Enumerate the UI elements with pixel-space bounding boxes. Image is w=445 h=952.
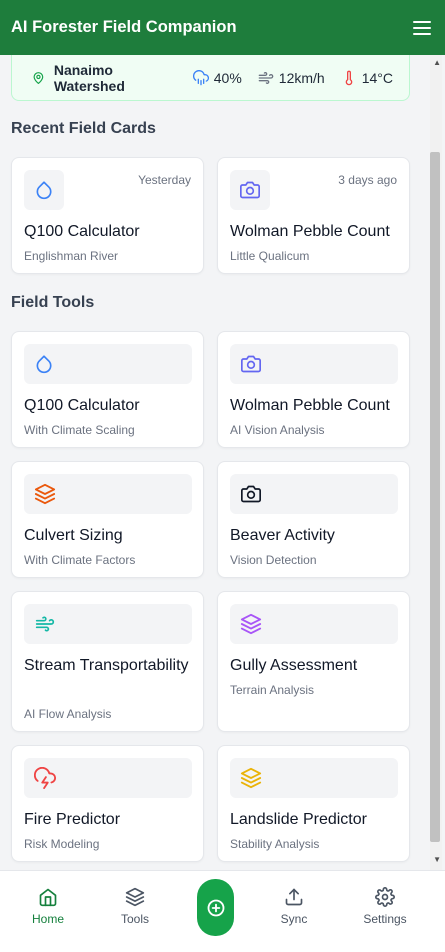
card-subtitle: With Climate Factors <box>24 553 136 567</box>
scroll-down-icon[interactable]: ▼ <box>433 855 441 864</box>
nav-settings[interactable]: Settings <box>345 871 425 939</box>
nav-sync[interactable]: Sync <box>254 871 334 939</box>
cloud-rain-icon <box>192 70 209 86</box>
card-title: Q100 Calculator <box>24 223 140 240</box>
add-button[interactable] <box>197 879 234 936</box>
camera-icon <box>241 355 261 373</box>
nav-home-label: Home <box>31 912 64 926</box>
scrollbar-thumb[interactable] <box>430 152 440 842</box>
nav-home[interactable]: Home <box>8 871 88 939</box>
card-title: Wolman Pebble Count <box>230 397 390 414</box>
card-subtitle: Englishman River <box>24 249 119 263</box>
layers-icon <box>240 613 262 635</box>
layers-icon <box>34 483 56 505</box>
card-subtitle: With Climate Scaling <box>24 423 135 437</box>
card-subtitle: Vision Detection <box>230 553 317 567</box>
card-subtitle: AI Vision Analysis <box>230 423 325 437</box>
recent-card[interactable]: 3 days ago Wolman Pebble Count Little Qu… <box>217 157 410 274</box>
tool-card-fire[interactable]: Fire Predictor Risk Modeling <box>11 745 204 862</box>
thermometer-icon <box>345 70 353 86</box>
card-title: Q100 Calculator <box>24 397 140 414</box>
app-title: AI Forester Field Companion <box>11 18 237 36</box>
home-icon <box>39 888 57 907</box>
nav-tools[interactable]: Tools <box>95 871 175 939</box>
upload-icon <box>285 888 303 906</box>
card-time: Yesterday <box>138 173 191 187</box>
nav-settings-label: Settings <box>363 912 407 926</box>
wind-icon <box>35 616 55 632</box>
card-subtitle: AI Flow Analysis <box>24 707 112 721</box>
card-time: 3 days ago <box>338 173 397 187</box>
tool-card-beaver[interactable]: Beaver Activity Vision Detection <box>217 461 410 578</box>
card-title: Stream Transportability <box>24 657 189 674</box>
droplet-icon <box>36 181 52 200</box>
layers-icon <box>240 767 262 789</box>
card-title: Landslide Predictor <box>230 811 367 828</box>
recent-section-title: Recent Field Cards <box>11 120 156 137</box>
tool-card-gully[interactable]: Gully Assessment Terrain Analysis <box>217 591 410 732</box>
scroll-up-icon[interactable]: ▲ <box>433 58 441 67</box>
card-subtitle: Terrain Analysis <box>230 683 315 697</box>
camera-icon <box>241 485 261 503</box>
nav-sync-label: Sync <box>280 912 308 926</box>
card-title: Gully Assessment <box>230 657 358 674</box>
tools-section-title: Field Tools <box>11 294 95 311</box>
tool-card-landslide[interactable]: Landslide Predictor Stability Analysis <box>217 745 410 862</box>
tool-card-stream[interactable]: Stream Transportability AI Flow Analysis <box>11 591 204 732</box>
card-title: Fire Predictor <box>24 811 121 828</box>
gear-icon <box>375 887 395 907</box>
droplet-icon <box>36 355 52 374</box>
card-subtitle: Risk Modeling <box>24 837 100 851</box>
camera-icon <box>240 181 260 199</box>
wind-icon <box>258 72 274 84</box>
app-header: AI Forester Field Companion <box>0 0 445 55</box>
tool-card-wolman[interactable]: Wolman Pebble Count AI Vision Analysis <box>217 331 410 448</box>
weather-temp: 14°C <box>361 70 393 86</box>
cloud-lightning-icon <box>34 767 56 789</box>
card-title: Culvert Sizing <box>24 527 123 544</box>
layers-icon <box>125 887 145 907</box>
weather-wind: 12km/h <box>278 70 325 86</box>
bottom-nav: Home Tools Sync Settings <box>0 870 445 952</box>
menu-icon[interactable] <box>411 19 433 37</box>
recent-card[interactable]: Yesterday Q100 Calculator Englishman Riv… <box>11 157 204 274</box>
weather-precip: 40% <box>213 70 242 86</box>
card-title: Wolman Pebble Count <box>230 223 390 240</box>
card-subtitle: Little Qualicum <box>230 249 310 263</box>
card-subtitle: Stability Analysis <box>230 837 320 851</box>
main-content[interactable]: Nanaimo Watershed 40% 12km/h 14°C Recent… <box>0 55 445 870</box>
map-pin-icon <box>33 72 44 84</box>
tool-card-culvert[interactable]: Culvert Sizing With Climate Factors <box>11 461 204 578</box>
card-title: Beaver Activity <box>230 527 335 544</box>
plus-circle-icon <box>207 899 224 916</box>
weather-bar: Nanaimo Watershed 40% 12km/h 14°C <box>11 55 410 101</box>
weather-location: Nanaimo Watershed <box>53 62 125 94</box>
tool-card-q100[interactable]: Q100 Calculator With Climate Scaling <box>11 331 204 448</box>
nav-tools-label: Tools <box>120 912 149 926</box>
